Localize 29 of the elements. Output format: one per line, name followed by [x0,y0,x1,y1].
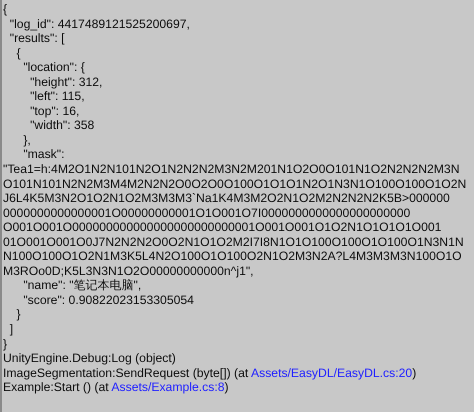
log-line: M3ROo0D;K5L3N3N1O2O00000000000n^j1", [3,264,255,278]
log-line: } [3,336,8,352]
log-line: 0000000000000001O00000000001O1O001O7I0000000000000000000000 [3,206,412,220]
log-line: "score": 0.90822023153305054 [22,292,195,308]
log-line: J6L4K5M3N2O1O2N1O2M3M3M3`Na1K4M3M2O2N1O2M2N2N2N2K5B>000000 [3,191,451,206]
log-line: { [3,2,8,17]
log-line: "top": 16, [29,104,80,118]
log-line: 01O001O001O0J7N2N2N2O0O2N1O1O2M2I7I8N1O1O100O100O1O100O1N3N1N [3,234,465,250]
log-line: } [16,307,22,322]
stack-trace-line: Example:Start () (at Assets/Example.cs:8) [3,380,230,395]
log-line: "height": 312, [29,74,104,90]
log-line: "results": [ [8,31,66,46]
log-line: "Tea1=h:4M2O1N2N101N2O1N2N2N2M3N2M201N1O2O0O101N1O2N2N2N2M3N [3,162,461,177]
stack-trace-line: UnityEngine.Debug:Log (object) [3,351,177,366]
log-line: ] [8,322,14,337]
log-line: O101N101N2N2M3M4M2N2N2O0O2O0O100O1O1O1N2O1N3N1O100O100O1O2N [3,176,468,192]
log-line: "name": "笔记本电脑", [22,278,142,293]
file-link[interactable]: Assets/EasyDL/EasyDL.cs:20 [250,366,412,380]
log-line: "location": { [22,60,86,75]
log-line: "mask": [22,147,66,162]
log-line: "log_id": 4417489121525200697, [8,16,191,32]
file-link[interactable]: Assets/Example.cs:8 [111,380,224,394]
log-line: N100O100O1O2N1M3K5L4N2O100O1O100O2N1O2M3N2A?L4M3M3M3N100O1O [3,249,463,264]
log-line: { [16,46,22,60]
log-line: "width": 358 [29,118,96,133]
log-line: O001O001O000000000000000000000000001O001O001O1O2N1O1O1O1O001 [3,220,442,235]
log-line: }, [22,132,32,148]
log-line: "left": 115, [29,89,86,104]
stack-trace-line: ImageSegmentation:SendRequest (byte[]) (at Assets/EasyDL/EasyDL.cs:20) [3,366,418,380]
